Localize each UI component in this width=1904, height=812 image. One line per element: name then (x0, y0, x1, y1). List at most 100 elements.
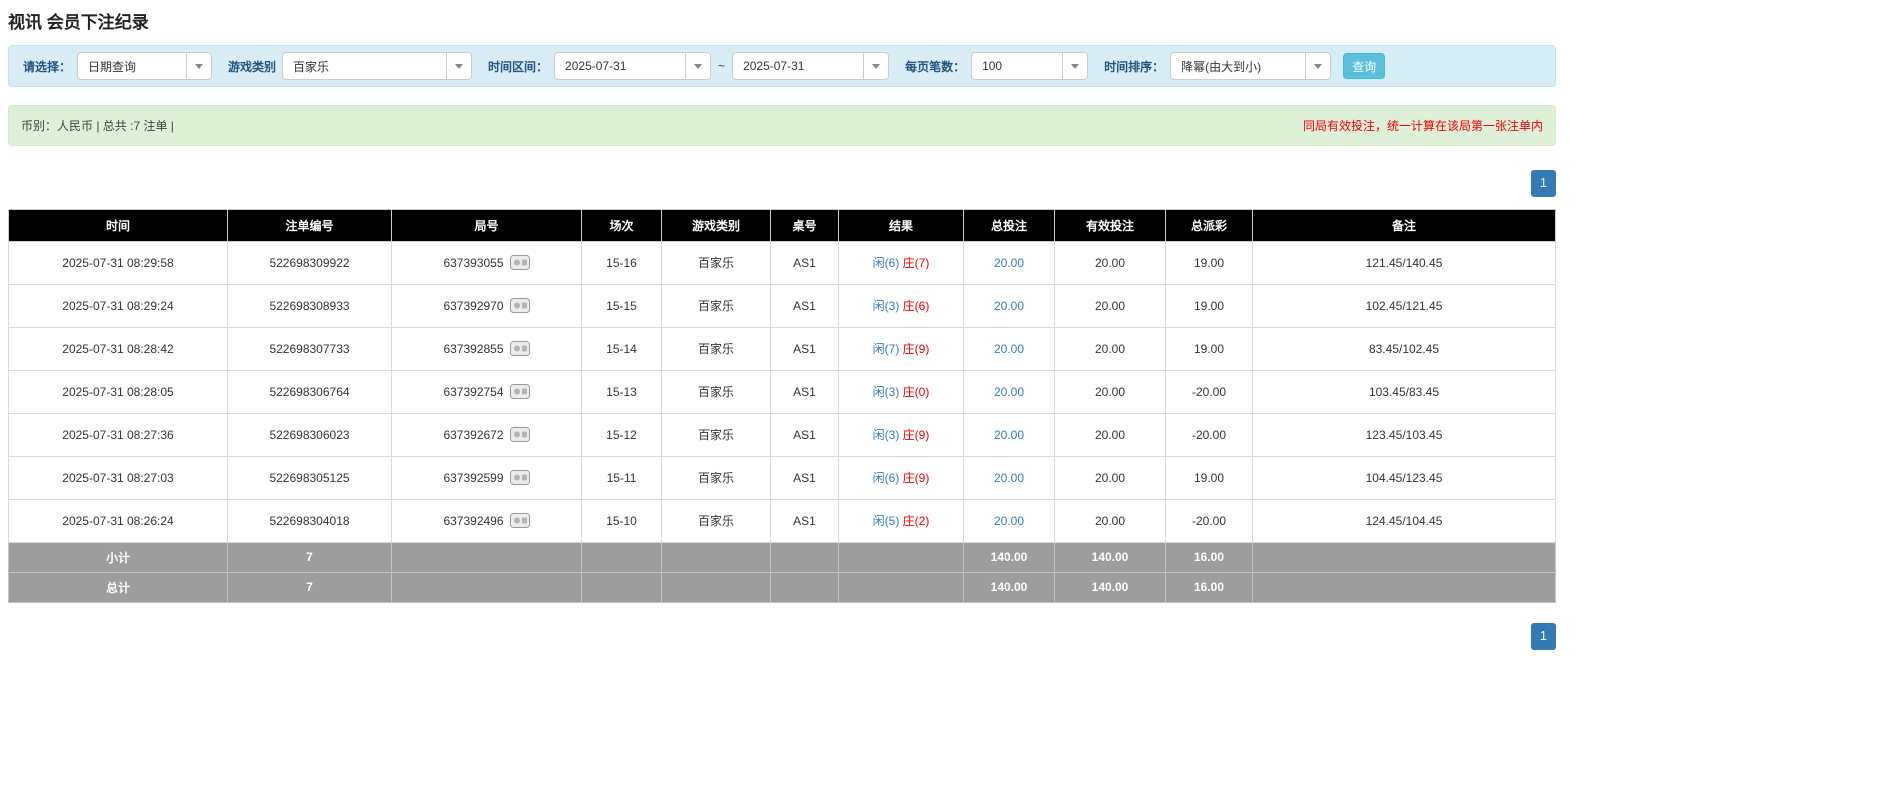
search-button[interactable]: 查询 (1343, 53, 1386, 79)
cell-result: 闲(3) 庄(9) (838, 412, 964, 457)
chevron-down-icon (186, 53, 212, 79)
date-from-value: 2025-07-31 (565, 59, 627, 73)
summary-empty (1252, 571, 1556, 603)
date-from-select[interactable]: 2025-07-31 (554, 52, 712, 80)
info-bar: 币别：人民币 | 总共 :7 注单 | 同局有效投注，统一计算在该局第一张注单内 (8, 105, 1556, 146)
per-page-select[interactable]: 100 (971, 52, 1089, 80)
round-replay-icon[interactable] (509, 384, 530, 400)
round-number: 637393055 (443, 255, 504, 270)
table-row: 2025-07-31 08:27:36 522698306023 637392672… (8, 412, 1556, 457)
cell-total-bet: 20.00 (963, 240, 1055, 285)
round-number: 637392855 (443, 341, 504, 356)
table-row: 2025-07-31 08:28:42 522698307733 637392855… (8, 326, 1556, 371)
cell-time: 2025-07-31 08:28:42 (8, 326, 228, 371)
cell-game-type: 百家乐 (661, 455, 771, 500)
notice-text: 同局有效投注，统一计算在该局第一张注单内 (1302, 119, 1543, 133)
summary-empty (391, 541, 582, 573)
summary-valid-bet: 140.00 (1054, 541, 1166, 573)
page-title: 视讯 会员下注纪录 (8, 13, 149, 32)
total-bet-link[interactable]: 20.00 (994, 299, 1024, 313)
column-header: 有效投注 (1054, 208, 1166, 242)
cell-note: 83.45/102.45 (1252, 326, 1556, 371)
round-number: 637392754 (443, 384, 504, 399)
date-to-select[interactable]: 2025-07-31 (732, 52, 890, 80)
cell-round: 637392599 (391, 455, 582, 500)
round-wrap: 637392754 (443, 384, 530, 400)
pagination-top: 1 (8, 170, 1556, 197)
total-bet-link[interactable]: 20.00 (994, 514, 1024, 528)
chevron-down-icon (863, 53, 889, 79)
round-wrap: 637393055 (443, 255, 530, 271)
cell-round: 637392496 (391, 498, 582, 543)
cell-note: 124.45/104.45 (1252, 498, 1556, 543)
cell-total-bet: 20.00 (963, 326, 1055, 371)
cell-note: 104.45/123.45 (1252, 455, 1556, 500)
cell-valid-bet: 20.00 (1054, 455, 1166, 500)
cell-payout: 19.00 (1165, 283, 1253, 328)
chevron-down-icon (1062, 53, 1088, 79)
cell-bet-id: 522698309922 (227, 240, 392, 285)
time-sort-select[interactable]: 降幂(由大到小) (1170, 52, 1332, 80)
cell-table-no: AS1 (770, 283, 839, 328)
cell-total-bet: 20.00 (963, 498, 1055, 543)
cell-table-no: AS1 (770, 412, 839, 457)
cell-session: 15-13 (581, 369, 662, 414)
total-bet-link[interactable]: 20.00 (994, 385, 1024, 399)
result-player: 闲(3) (872, 428, 900, 443)
total-bet-link[interactable]: 20.00 (994, 428, 1024, 442)
column-header: 注单编号 (227, 208, 392, 242)
cell-payout: -20.00 (1165, 498, 1253, 543)
table-row: 2025-07-31 08:26:24 522698304018 637392496… (8, 498, 1556, 543)
cell-session: 15-11 (581, 455, 662, 500)
round-replay-icon[interactable] (509, 470, 530, 486)
cell-payout: 19.00 (1165, 455, 1253, 500)
cell-payout: -20.00 (1165, 369, 1253, 414)
total-bet-link[interactable]: 20.00 (994, 256, 1024, 270)
query-type-select[interactable]: 日期查询 (77, 52, 213, 80)
game-type-select[interactable]: 百家乐 (282, 52, 473, 80)
cell-total-bet: 20.00 (963, 283, 1055, 328)
round-replay-icon[interactable] (509, 427, 530, 443)
column-header: 结果 (838, 208, 964, 242)
time-sort-value: 降幂(由大到小) (1181, 59, 1262, 74)
round-replay-icon[interactable] (509, 341, 530, 357)
round-number: 637392970 (443, 298, 504, 313)
game-type-value: 百家乐 (293, 59, 330, 74)
cell-result: 闲(3) 庄(6) (838, 283, 964, 328)
round-wrap: 637392599 (443, 470, 530, 486)
cell-bet-id: 522698305125 (227, 455, 392, 500)
round-replay-icon[interactable] (509, 255, 530, 271)
cell-table-no: AS1 (770, 455, 839, 500)
cell-note: 102.45/121.45 (1252, 283, 1556, 328)
cell-time: 2025-07-31 08:27:36 (8, 412, 228, 457)
cell-game-type: 百家乐 (661, 326, 771, 371)
cell-result: 闲(6) 庄(7) (838, 240, 964, 285)
cell-round: 637392970 (391, 283, 582, 328)
round-number: 637392496 (443, 513, 504, 528)
round-replay-icon[interactable] (509, 513, 530, 529)
round-replay-icon[interactable] (509, 298, 530, 314)
summary-empty (1252, 541, 1556, 573)
filter-label-time-range: 时间区间： (488, 59, 549, 74)
page-button-1[interactable]: 1 (1530, 622, 1556, 650)
cell-table-no: AS1 (770, 240, 839, 285)
result-banker: 庄(9) (902, 471, 930, 486)
table-row: 2025-07-31 08:28:05 522698306764 637392754… (8, 369, 1556, 414)
summary-empty (661, 541, 771, 573)
cell-bet-id: 522698308933 (227, 283, 392, 328)
filter-label-per-page: 每页笔数： (905, 59, 966, 74)
round-wrap: 637392855 (443, 341, 530, 357)
summary-payout: 16.00 (1165, 571, 1253, 603)
cell-bet-id: 522698306023 (227, 412, 392, 457)
round-number: 637392672 (443, 427, 504, 442)
round-wrap: 637392970 (443, 298, 530, 314)
column-header: 桌号 (770, 208, 839, 242)
total-bet-link[interactable]: 20.00 (994, 342, 1024, 356)
summary-empty (838, 541, 964, 573)
total-bet-link[interactable]: 20.00 (994, 471, 1024, 485)
summary-empty (391, 571, 582, 603)
page-button-1[interactable]: 1 (1530, 170, 1556, 197)
filter-bar: 请选择： 日期查询 游戏类别 百家乐 时间区间： 2025-07-31 ~ 20… (8, 45, 1556, 87)
cell-payout: 19.00 (1165, 240, 1253, 285)
page-container: 视讯 会员下注纪录 请选择： 日期查询 游戏类别 百家乐 时间区间： 2025-… (8, 8, 1556, 650)
